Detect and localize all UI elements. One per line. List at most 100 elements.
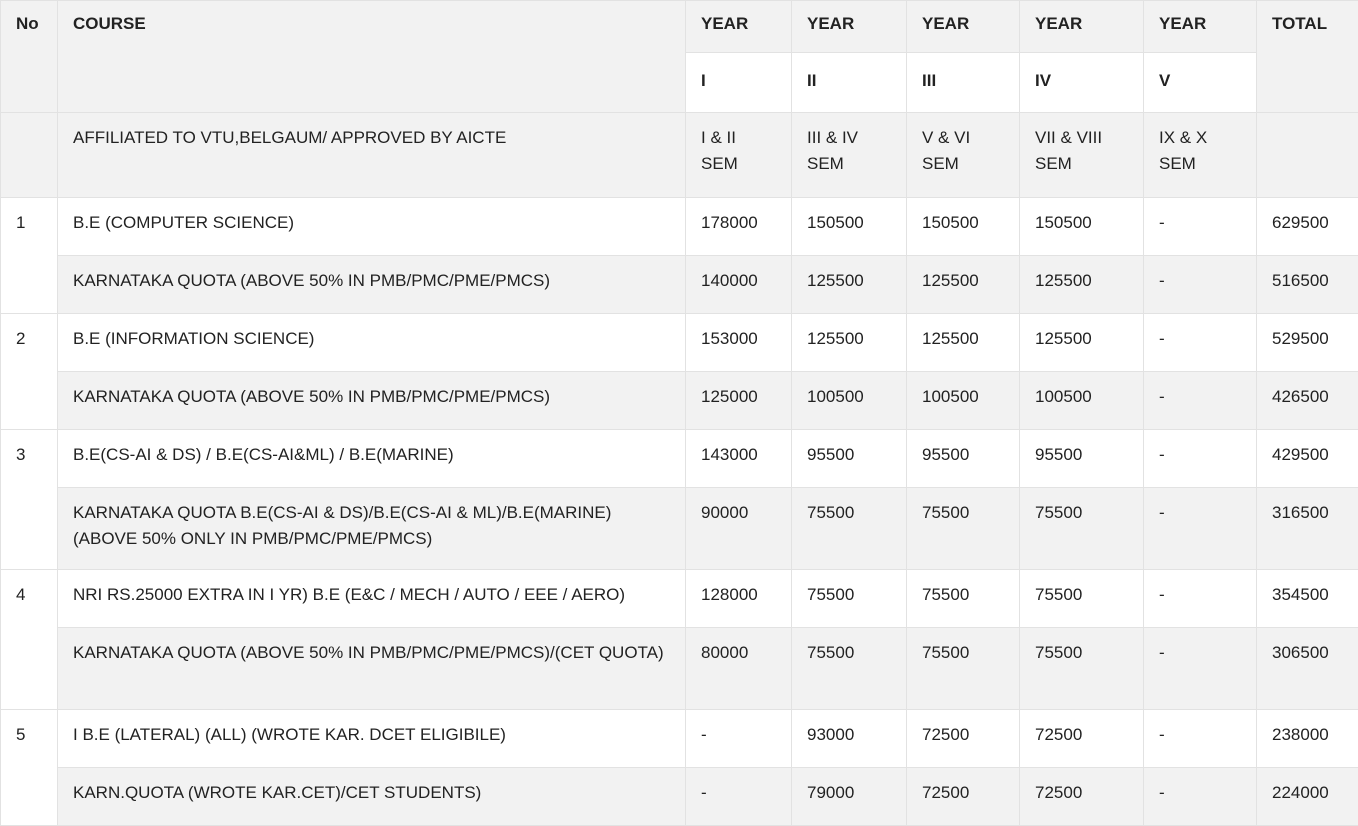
year-4-fee: 75500	[1020, 488, 1144, 570]
row-number: 3	[1, 430, 58, 570]
row-number: 5	[1, 710, 58, 826]
year-5-fee: -	[1144, 314, 1257, 372]
year-1-fee: 90000	[686, 488, 792, 570]
year-2-fee: 93000	[792, 710, 907, 768]
sem-1: I & II SEM	[686, 113, 792, 198]
total-fee: 529500	[1257, 314, 1358, 372]
row-number: 4	[1, 570, 58, 710]
course-cell: KARN.QUOTA (WROTE KAR.CET)/CET STUDENTS)	[58, 768, 686, 826]
year-3-fee: 100500	[907, 372, 1020, 430]
year-4-fee: 125500	[1020, 256, 1144, 314]
year-3-fee: 72500	[907, 768, 1020, 826]
year-4-fee: 75500	[1020, 570, 1144, 628]
header-numeral-5: V	[1144, 53, 1257, 113]
year-5-fee: -	[1144, 570, 1257, 628]
year-3-fee: 95500	[907, 430, 1020, 488]
year-5-fee: -	[1144, 198, 1257, 256]
year-1-fee: 153000	[686, 314, 792, 372]
year-2-fee: 75500	[792, 488, 907, 570]
year-5-fee: -	[1144, 488, 1257, 570]
course-cell: NRI RS.25000 EXTRA IN I YR) B.E (E&C / M…	[58, 570, 686, 628]
table-row: KARNATAKA QUOTA B.E(CS-AI & DS)/B.E(CS-A…	[1, 488, 1358, 570]
course-cell: KARNATAKA QUOTA (ABOVE 50% IN PMB/PMC/PM…	[58, 628, 686, 710]
year-5-fee: -	[1144, 256, 1257, 314]
header-year-4: YEAR	[1020, 1, 1144, 53]
course-cell: KARNATAKA QUOTA (ABOVE 50% IN PMB/PMC/PM…	[58, 372, 686, 430]
row-number: 2	[1, 314, 58, 430]
year-4-fee: 95500	[1020, 430, 1144, 488]
header-year-3: YEAR	[907, 1, 1020, 53]
total-fee: 516500	[1257, 256, 1358, 314]
year-1-fee: 140000	[686, 256, 792, 314]
year-1-fee: 178000	[686, 198, 792, 256]
year-1-fee: 128000	[686, 570, 792, 628]
course-cell: I B.E (LATERAL) (ALL) (WROTE KAR. DCET E…	[58, 710, 686, 768]
header-total: TOTAL	[1257, 1, 1358, 113]
affiliation-no-cell	[1, 113, 58, 198]
course-cell: B.E (COMPUTER SCIENCE)	[58, 198, 686, 256]
header-no: No	[1, 1, 58, 113]
table-row: KARNATAKA QUOTA (ABOVE 50% IN PMB/PMC/PM…	[1, 372, 1358, 430]
course-cell: KARNATAKA QUOTA B.E(CS-AI & DS)/B.E(CS-A…	[58, 488, 686, 570]
year-4-fee: 72500	[1020, 710, 1144, 768]
year-4-fee: 125500	[1020, 314, 1144, 372]
header-year-5: YEAR	[1144, 1, 1257, 53]
total-fee: 354500	[1257, 570, 1358, 628]
table-row: KARNATAKA QUOTA (ABOVE 50% IN PMB/PMC/PM…	[1, 628, 1358, 710]
year-5-fee: -	[1144, 768, 1257, 826]
total-fee: 629500	[1257, 198, 1358, 256]
total-fee: 224000	[1257, 768, 1358, 826]
header-row: No COURSE YEAR YEAR YEAR YEAR YEAR TOTAL	[1, 1, 1358, 53]
year-4-fee: 150500	[1020, 198, 1144, 256]
course-cell: B.E(CS-AI & DS) / B.E(CS-AI&ML) / B.E(MA…	[58, 430, 686, 488]
affiliation-label: AFFILIATED TO VTU,BELGAUM/ APPROVED BY A…	[58, 113, 686, 198]
year-1-fee: 125000	[686, 372, 792, 430]
header-numeral-3: III	[907, 53, 1020, 113]
header-course: COURSE	[58, 1, 686, 113]
sem-2: III & IV SEM	[792, 113, 907, 198]
total-fee: 426500	[1257, 372, 1358, 430]
fee-structure-table: No COURSE YEAR YEAR YEAR YEAR YEAR TOTAL…	[0, 0, 1358, 826]
year-3-fee: 125500	[907, 314, 1020, 372]
year-1-fee: -	[686, 768, 792, 826]
year-2-fee: 79000	[792, 768, 907, 826]
year-1-fee: 143000	[686, 430, 792, 488]
year-2-fee: 75500	[792, 628, 907, 710]
total-fee: 238000	[1257, 710, 1358, 768]
year-3-fee: 75500	[907, 628, 1020, 710]
sem-3: V & VI SEM	[907, 113, 1020, 198]
year-3-fee: 75500	[907, 488, 1020, 570]
table-row: 4 NRI RS.25000 EXTRA IN I YR) B.E (E&C /…	[1, 570, 1358, 628]
year-4-fee: 100500	[1020, 372, 1144, 430]
header-numeral-2: II	[792, 53, 907, 113]
year-3-fee: 72500	[907, 710, 1020, 768]
header-numeral-1: I	[686, 53, 792, 113]
year-2-fee: 100500	[792, 372, 907, 430]
header-numeral-4: IV	[1020, 53, 1144, 113]
affiliation-row: AFFILIATED TO VTU,BELGAUM/ APPROVED BY A…	[1, 113, 1358, 198]
table-row: 1 B.E (COMPUTER SCIENCE) 178000 150500 1…	[1, 198, 1358, 256]
table-row: KARN.QUOTA (WROTE KAR.CET)/CET STUDENTS)…	[1, 768, 1358, 826]
sem-4: VII & VIII SEM	[1020, 113, 1144, 198]
table-row: 5 I B.E (LATERAL) (ALL) (WROTE KAR. DCET…	[1, 710, 1358, 768]
year-2-fee: 95500	[792, 430, 907, 488]
total-fee: 429500	[1257, 430, 1358, 488]
year-2-fee: 150500	[792, 198, 907, 256]
header-year-1: YEAR	[686, 1, 792, 53]
year-1-fee: -	[686, 710, 792, 768]
year-5-fee: -	[1144, 710, 1257, 768]
affiliation-total-cell	[1257, 113, 1358, 198]
year-1-fee: 80000	[686, 628, 792, 710]
year-3-fee: 75500	[907, 570, 1020, 628]
year-4-fee: 72500	[1020, 768, 1144, 826]
year-5-fee: -	[1144, 372, 1257, 430]
header-year-2: YEAR	[792, 1, 907, 53]
year-2-fee: 125500	[792, 314, 907, 372]
table-row: 3 B.E(CS-AI & DS) / B.E(CS-AI&ML) / B.E(…	[1, 430, 1358, 488]
year-5-fee: -	[1144, 628, 1257, 710]
year-2-fee: 125500	[792, 256, 907, 314]
year-4-fee: 75500	[1020, 628, 1144, 710]
row-number: 1	[1, 198, 58, 314]
year-3-fee: 150500	[907, 198, 1020, 256]
year-2-fee: 75500	[792, 570, 907, 628]
